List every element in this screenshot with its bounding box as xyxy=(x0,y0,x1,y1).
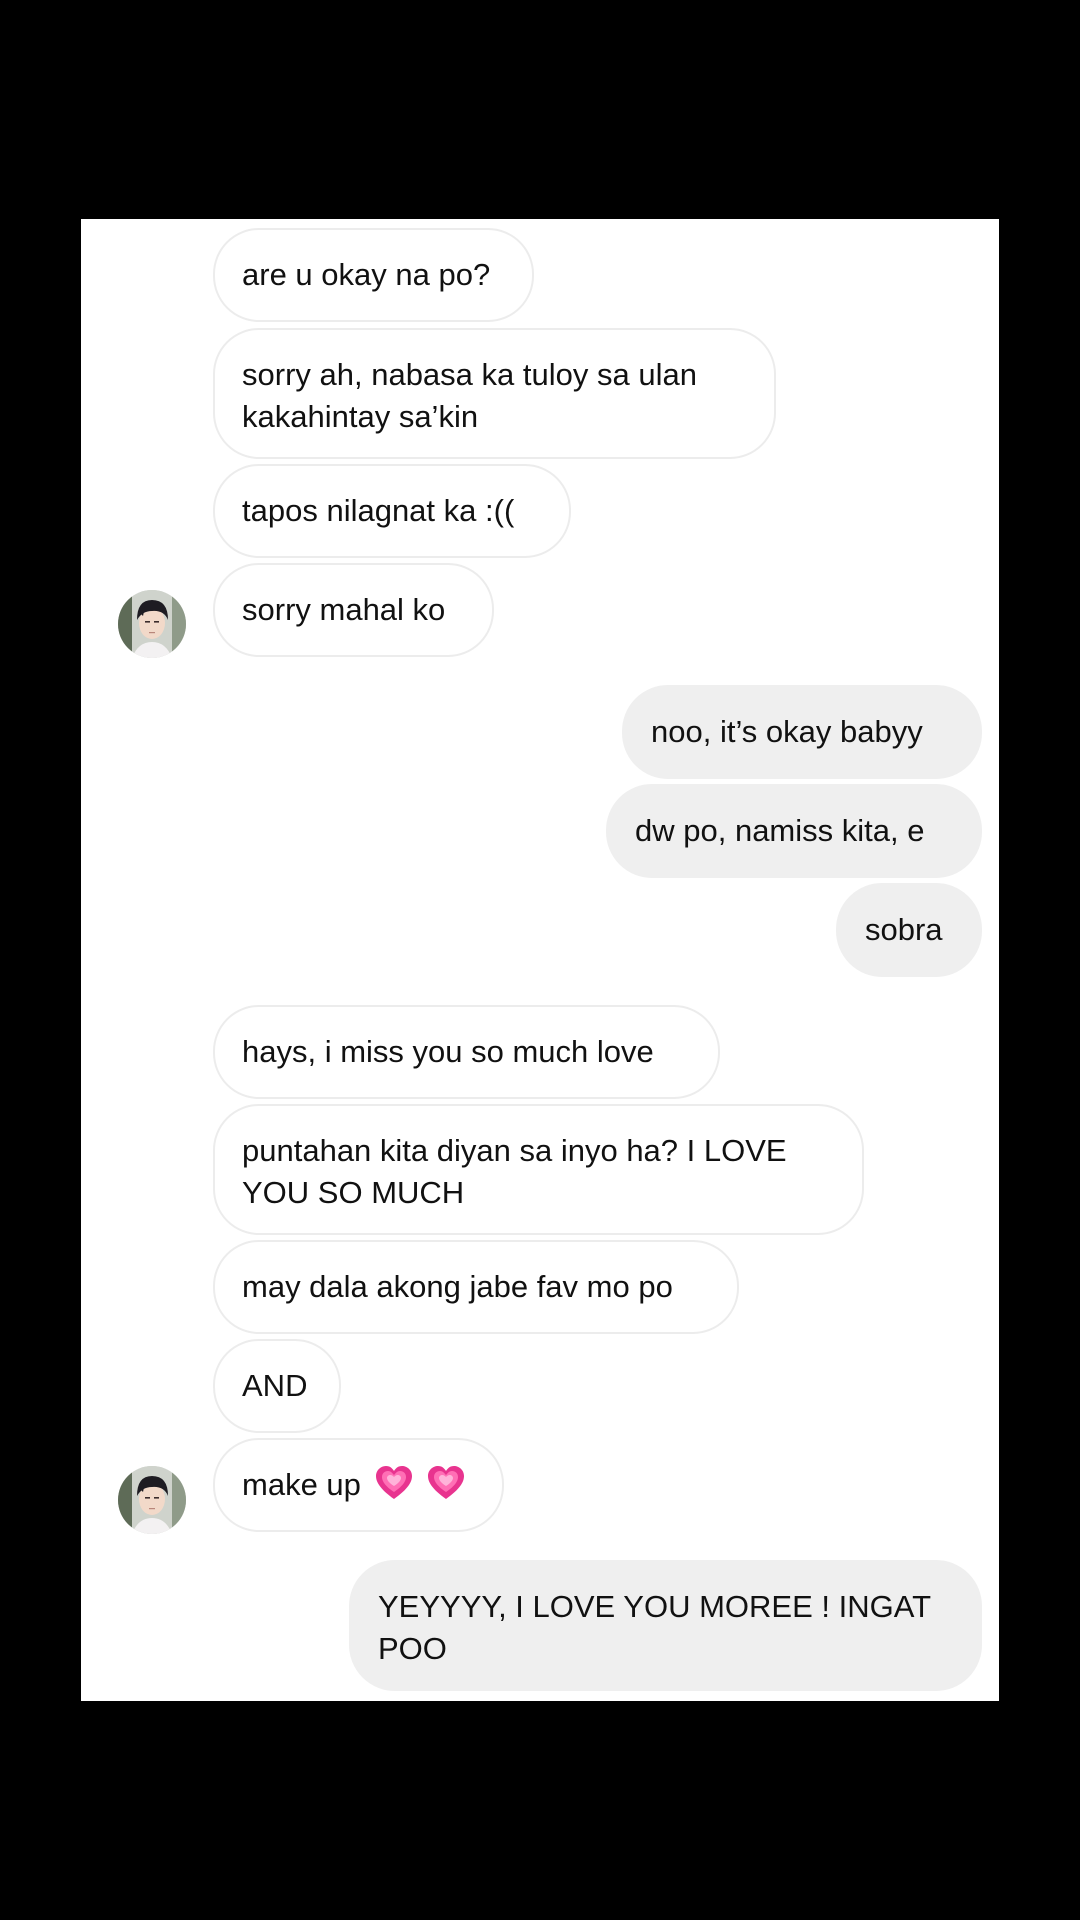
growing-heart-icon xyxy=(428,1465,465,1499)
message-outgoing[interactable]: YEYYYY, I LOVE YOU MOREE ! INGAT POO xyxy=(349,1560,982,1691)
message-text: POO xyxy=(378,1631,447,1666)
message-text: puntahan kita diyan sa inyo ha? I LOVE xyxy=(242,1133,787,1168)
message-text: YEYYYY, I LOVE YOU MOREE ! INGAT xyxy=(378,1589,932,1624)
message-text: are u okay na po? xyxy=(242,257,491,292)
message-text: hays, i miss you so much love xyxy=(242,1034,654,1069)
message-incoming[interactable]: sorry ah, nabasa ka tuloy sa ulan kakahi… xyxy=(213,328,776,459)
message-incoming[interactable]: puntahan kita diyan sa inyo ha? I LOVE Y… xyxy=(213,1104,864,1235)
message-incoming[interactable]: may dala akong jabe fav mo po xyxy=(213,1240,739,1334)
message-text: sorry ah, nabasa ka tuloy sa ulan xyxy=(242,357,697,392)
message-text: tapos nilagnat ka :(( xyxy=(242,493,515,528)
chat-thread[interactable]: are u okay na po? sorry ah, nabasa ka tu… xyxy=(81,219,999,1701)
message-incoming[interactable]: make up xyxy=(213,1438,504,1532)
message-incoming[interactable]: tapos nilagnat ka :(( xyxy=(213,464,571,558)
message-text: YOU SO MUCH xyxy=(242,1175,465,1210)
growing-heart-icon xyxy=(375,1465,412,1499)
message-text: sorry mahal ko xyxy=(242,592,446,627)
message-text: dw po, namiss kita, e xyxy=(635,813,925,848)
avatar-image xyxy=(118,1466,186,1534)
message-text: AND xyxy=(242,1368,308,1403)
message-outgoing[interactable]: dw po, namiss kita, e xyxy=(606,784,982,878)
avatar-image xyxy=(118,590,186,658)
message-text: make up xyxy=(242,1467,361,1502)
message-incoming[interactable]: sorry mahal ko xyxy=(213,563,494,657)
message-text: kakahintay sa’kin xyxy=(242,399,479,434)
contact-avatar[interactable] xyxy=(118,1466,186,1534)
message-text: noo, it’s okay babyy xyxy=(651,714,923,749)
message-incoming[interactable]: AND xyxy=(213,1339,341,1433)
message-outgoing[interactable]: noo, it’s okay babyy xyxy=(622,685,982,779)
contact-avatar[interactable] xyxy=(118,590,186,658)
message-text: sobra xyxy=(865,912,943,947)
message-outgoing[interactable]: sobra xyxy=(836,883,982,977)
message-incoming[interactable]: are u okay na po? xyxy=(213,228,534,322)
message-incoming[interactable]: hays, i miss you so much love xyxy=(213,1005,720,1099)
message-text: may dala akong jabe fav mo po xyxy=(242,1269,673,1304)
